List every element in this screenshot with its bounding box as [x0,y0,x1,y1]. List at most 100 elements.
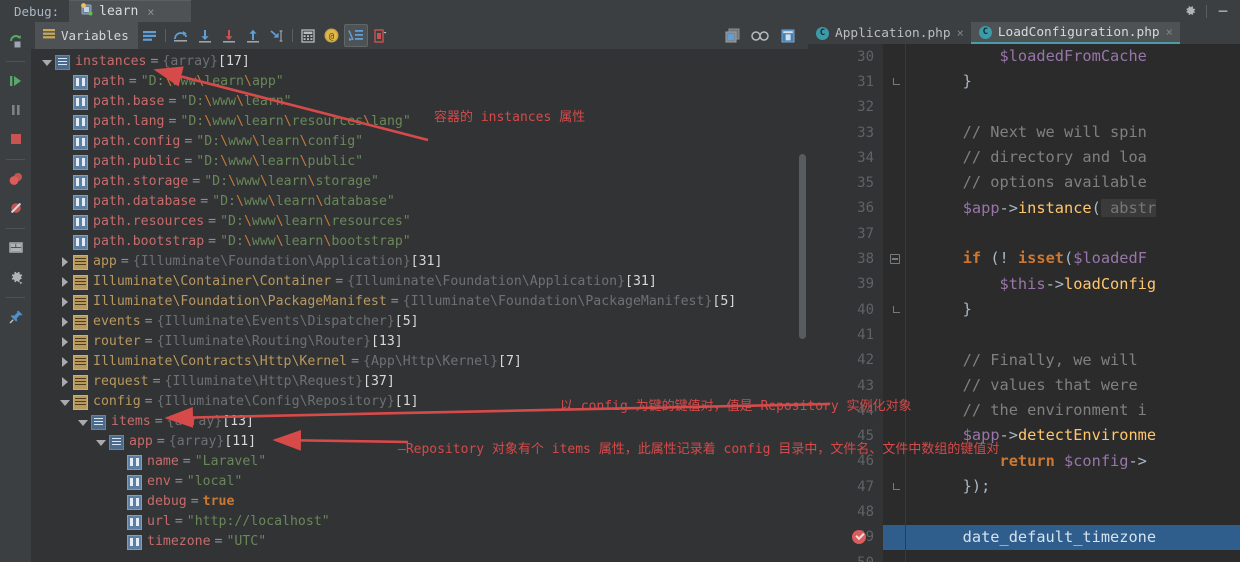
gutter-line[interactable]: 49 [808,525,883,550]
gutter-line[interactable]: 31 [808,69,900,94]
gutter-line[interactable]: 41 [808,322,883,347]
stop-icon[interactable] [3,126,29,152]
variable-row[interactable]: Illuminate\Container\Container = {Illumina… [31,272,808,292]
close-icon[interactable]: × [147,5,154,19]
variable-row[interactable]: items = {array} [13] [31,412,808,432]
variable-row[interactable]: events = {Illuminate\Events\Dispatcher} [5… [31,312,808,332]
code-line[interactable]: // the environment i [883,398,1240,423]
copy-value-icon[interactable] [368,24,392,47]
variable-row[interactable]: instances = {array} [17] [31,52,808,72]
variable-row[interactable]: env = "local" [31,472,808,492]
editor-tab[interactable]: C Application.php × [808,22,971,44]
run-to-cursor-icon[interactable] [265,24,289,47]
chevron-right-icon[interactable] [59,356,70,368]
gutter-line[interactable]: 36 [808,196,883,221]
gutter-line[interactable]: 50 [808,550,883,562]
code-line[interactable]: $this->loadConfig [883,272,1240,297]
step-over-icon[interactable] [169,24,193,47]
close-icon[interactable]: × [1166,25,1173,39]
code-line[interactable]: // values that were [883,373,1240,398]
glasses-icon[interactable] [748,24,772,47]
code-line[interactable]: // options available [883,170,1240,195]
code-line[interactable]: }); [883,474,1240,499]
gutter-line[interactable]: 37 [808,221,883,246]
code-line[interactable]: $app->detectEnvironme [883,423,1240,448]
frames-icon[interactable] [138,24,162,47]
breakpoint-icon[interactable] [852,529,866,544]
variable-row[interactable]: timezone = "UTC" [31,532,808,552]
variable-row[interactable]: path = "D:\www\learn\app" [31,72,808,92]
code-line[interactable] [883,95,1240,120]
code-line[interactable]: // Finally, we will [883,348,1240,373]
variable-row[interactable]: app = {Illuminate\Foundation\Application} … [31,252,808,272]
pause-icon[interactable] [3,97,29,123]
variable-row[interactable]: path.config = "D:\www\learn\config" [31,132,808,152]
gutter-line[interactable]: 35 [808,170,883,195]
gutter-line[interactable]: 43 [808,373,883,398]
mute-breakpoints-icon[interactable] [3,195,29,221]
code-line[interactable] [883,499,1240,524]
code-line[interactable]: if (! isset($loadedF [883,246,1240,271]
code-line[interactable] [883,550,1240,562]
chevron-down-icon[interactable] [95,437,106,448]
gutter-line[interactable]: 46 [808,449,883,474]
sort-icon[interactable] [343,24,368,47]
variable-row[interactable]: url = "http://localhost" [31,512,808,532]
at-sign-icon[interactable]: @ [320,24,344,47]
variable-row[interactable]: request = {Illuminate\Http\Request} [37] [31,372,808,392]
code-line[interactable]: date_default_timezone [883,524,1240,550]
breakpoints-icon[interactable] [3,166,29,192]
variable-row[interactable]: config = {Illuminate\Config\Repository} [1… [31,392,808,412]
gutter-line[interactable]: 45 [808,423,883,448]
force-step-into-icon[interactable] [217,24,241,47]
variable-row[interactable]: Illuminate\Foundation\PackageManifest = {I… [31,292,808,312]
variable-row[interactable]: path.resources = "D:\www\learn\resources" [31,212,808,232]
gutter-line[interactable]: 47 [808,474,900,499]
code-line[interactable]: // Next we will spin [883,120,1240,145]
gear-icon[interactable] [1179,1,1201,21]
variable-row[interactable]: path.storage = "D:\www\learn\storage" [31,172,808,192]
variables-scrollbar[interactable] [799,154,806,339]
variables-tree[interactable]: instances = {array} [17] path = "D:\www\learn… [31,49,808,562]
chevron-down-icon[interactable] [41,57,52,68]
variable-row[interactable]: path.lang = "D:\www\learn\resources\lang" [31,112,808,132]
chevron-down-icon[interactable] [59,397,70,408]
pin-icon[interactable] [3,304,29,330]
editor-code-area[interactable]: $loadedFromCache } // Next we will spin … [883,44,1240,562]
code-line[interactable]: return $config-> [883,449,1240,474]
variable-row[interactable]: path.public = "D:\www\learn\public" [31,152,808,172]
code-line[interactable] [883,221,1240,246]
variable-row[interactable]: name = "Laravel" [31,452,808,472]
code-line[interactable] [883,322,1240,347]
gutter-line[interactable]: 33 [808,120,883,145]
code-line[interactable]: // directory and loa [883,145,1240,170]
restore-layout-icon[interactable] [720,24,744,47]
variable-row[interactable]: router = {Illuminate\Routing\Router} [13] [31,332,808,352]
gutter-line[interactable]: 38 [808,246,900,271]
chevron-right-icon[interactable] [59,296,70,308]
calculator-icon[interactable] [296,24,320,47]
gutter-line[interactable]: 44 [808,398,883,423]
gutter-line[interactable]: 40 [808,297,900,322]
step-out-icon[interactable] [241,24,265,47]
code-line[interactable]: } [883,297,1240,322]
variable-row[interactable]: path.database = "D:\www\learn\database" [31,192,808,212]
chevron-right-icon[interactable] [59,376,70,388]
editor-tab[interactable]: C LoadConfiguration.php × [970,22,1180,44]
variable-row[interactable]: app = {array} [11] [31,432,808,452]
tab-variables[interactable]: Variables [35,22,138,49]
gutter-line[interactable]: 34 [808,145,883,170]
layout-icon[interactable] [3,235,29,261]
variable-row[interactable]: debug = true [31,492,808,512]
gutter-line[interactable]: 30 [808,44,883,69]
close-icon[interactable]: × [957,26,964,40]
gear-icon[interactable] [3,264,29,290]
resume-icon[interactable] [3,68,29,94]
variable-row[interactable]: path.bootstrap = "D:\www\learn\bootstrap" [31,232,808,252]
code-line[interactable]: $loadedFromCache [883,44,1240,69]
chevron-right-icon[interactable] [59,276,70,288]
code-line[interactable]: $app->instance( abstr [883,196,1240,221]
rerun-icon[interactable] [3,28,29,54]
variable-row[interactable]: path.base = "D:\www\learn" [31,92,808,112]
chevron-right-icon[interactable] [59,256,70,268]
